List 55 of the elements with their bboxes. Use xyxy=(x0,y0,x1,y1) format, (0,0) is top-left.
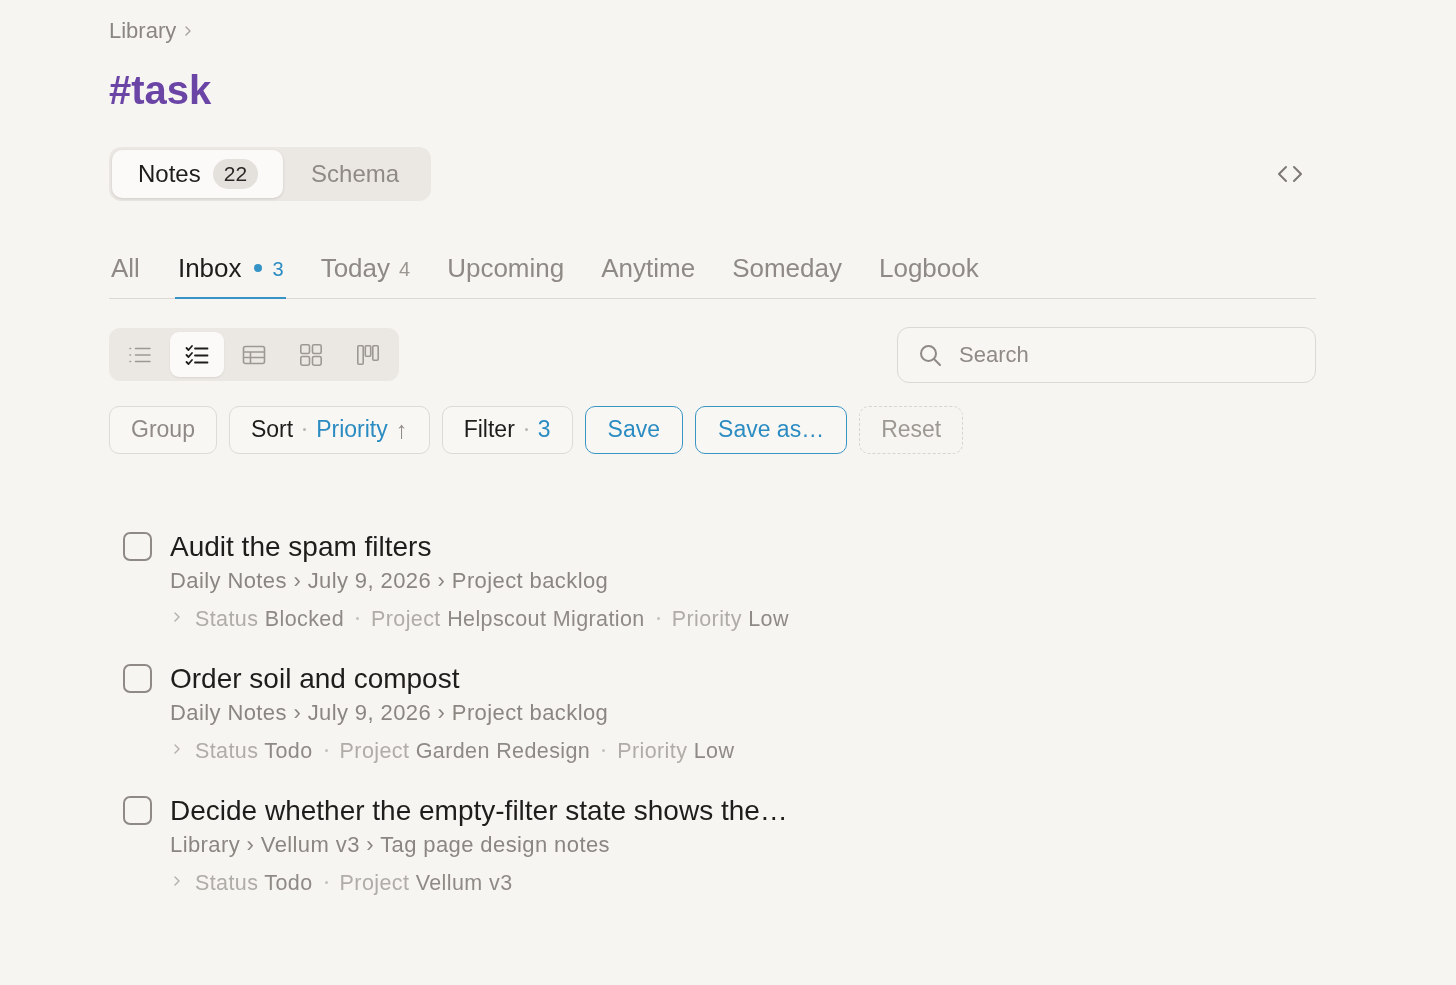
chevron-right-icon[interactable] xyxy=(174,875,180,886)
chevron-right-icon xyxy=(185,26,192,36)
chevron-right-icon[interactable] xyxy=(174,743,180,754)
tab[interactable]: All xyxy=(109,246,142,299)
note-path[interactable]: Daily Notes › July 9, 2026 › Project backlog xyxy=(170,697,609,728)
search-field[interactable]: Search xyxy=(897,326,1316,383)
tab[interactable]: Someday xyxy=(730,246,844,299)
task-title[interactable]: Decide whether the empty-filter state shows the… xyxy=(170,793,788,828)
task-property: Priority Low xyxy=(617,737,735,765)
toolbar-button[interactable]: Filter 3 xyxy=(441,405,573,454)
tab[interactable]: Logbook xyxy=(877,246,981,299)
segment-tab[interactable]: Schema xyxy=(283,150,429,198)
columns-icon xyxy=(356,342,380,367)
tab-count: 4 xyxy=(399,257,411,282)
dot-separator-icon xyxy=(656,617,660,620)
count-badge: 22 xyxy=(212,159,259,189)
task-property: Status Todo xyxy=(195,869,313,897)
group-button[interactable]: Group xyxy=(109,405,217,454)
tab[interactable]: Upcoming xyxy=(445,246,567,299)
angle-brackets-icon[interactable] xyxy=(1276,165,1304,183)
task-property: Project Garden Redesign xyxy=(339,737,591,765)
note-path[interactable]: Library › Vellum v3 › Tag page design notes xyxy=(170,829,610,860)
grid-icon xyxy=(299,342,323,367)
search-icon xyxy=(919,343,941,366)
task-property: Status Blocked xyxy=(195,605,345,633)
segment-tab[interactable]: Notes 22 xyxy=(112,150,284,198)
tab[interactable]: Anytime xyxy=(599,246,698,299)
dot-separator-icon xyxy=(324,749,328,752)
tab[interactable]: Today 4 xyxy=(318,246,413,299)
dot-separator-icon xyxy=(356,617,360,620)
reset-button[interactable]: Reset xyxy=(859,405,964,454)
note-path[interactable]: Daily Notes › July 9, 2026 › Project backlog xyxy=(170,565,609,596)
tab[interactable]: Inbox 3 xyxy=(174,246,286,299)
dot-separator-icon xyxy=(303,428,307,431)
chevron-right-icon[interactable] xyxy=(174,611,180,622)
dot-separator-icon xyxy=(524,428,528,431)
breadcrumb-link[interactable]: Library xyxy=(109,18,177,44)
save-button[interactable]: Save xyxy=(584,405,684,454)
checklist-icon xyxy=(185,342,209,367)
task-title[interactable]: Audit the spam filters xyxy=(170,529,432,564)
save-button[interactable]: Save as… xyxy=(695,405,848,454)
dot-separator-icon xyxy=(324,881,328,884)
dot-separator-icon xyxy=(602,749,606,752)
toolbar-button[interactable]: Sort Priority ↑ xyxy=(228,405,430,454)
checkbox[interactable] xyxy=(123,532,152,561)
view-mode-button[interactable] xyxy=(170,332,224,377)
tab-count: 3 xyxy=(272,257,284,282)
task-property: Priority Low xyxy=(671,605,789,633)
task-property: Status Todo xyxy=(195,737,313,765)
task-property: Project Helpscout Migration xyxy=(371,605,645,633)
checkbox[interactable] xyxy=(123,796,152,825)
page-title: #task xyxy=(109,67,212,114)
checkbox[interactable] xyxy=(123,664,152,693)
task-title[interactable]: Order soil and compost xyxy=(170,661,460,696)
task-property: Project Vellum v3 xyxy=(339,869,513,897)
